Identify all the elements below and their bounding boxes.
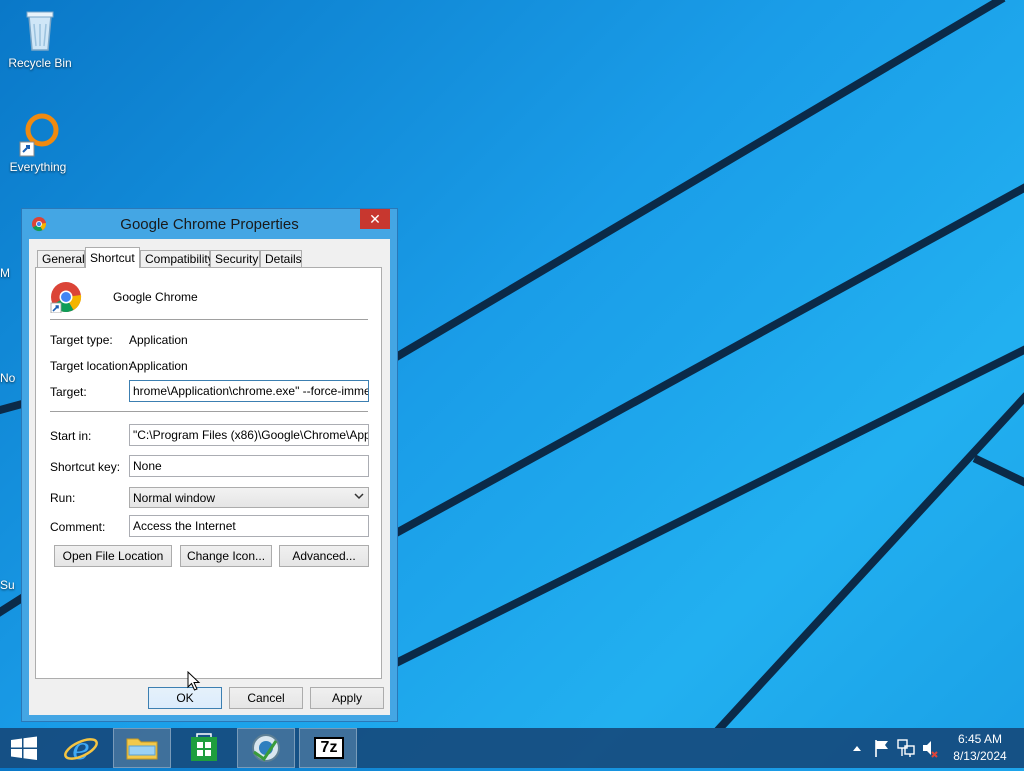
- start-in-label: Start in:: [50, 429, 92, 443]
- store-icon: [191, 733, 217, 761]
- properties-window: Google Chrome Properties ✕ General Short…: [21, 208, 398, 722]
- shortcut-name: Google Chrome: [113, 290, 198, 304]
- cancel-button[interactable]: Cancel: [229, 687, 303, 709]
- recycle-bin-desktop-icon[interactable]: Recycle Bin: [2, 6, 78, 70]
- tab-compatibility[interactable]: Compatibility: [140, 250, 214, 267]
- clock-date: 8/13/2024: [953, 749, 1007, 763]
- window-client: General Shortcut Compatibility Security …: [29, 239, 390, 715]
- desktop-peek-label-1: M: [0, 266, 10, 280]
- 7zip-icon: 7z: [314, 737, 344, 759]
- taskbar-chrome-remote[interactable]: [237, 728, 295, 768]
- apply-button[interactable]: Apply: [310, 687, 384, 709]
- chrome-icon: [50, 281, 82, 314]
- folder-icon: [126, 738, 158, 760]
- globe-app-icon: [252, 734, 280, 762]
- recycle-bin-icon: [16, 6, 64, 54]
- open-file-location-button[interactable]: Open File Location: [54, 545, 172, 567]
- run-select[interactable]: Normal window: [129, 487, 369, 508]
- run-label: Run:: [50, 491, 76, 505]
- comment-label: Comment:: [50, 520, 106, 534]
- ok-button[interactable]: OK: [148, 687, 222, 709]
- mouse-cursor-icon: [187, 671, 201, 691]
- taskbar: e 7z 6:45 AM 8/13/2024: [0, 728, 1024, 768]
- volume-muted-icon[interactable]: [920, 728, 940, 768]
- comment-input[interactable]: Access the Internet: [129, 515, 369, 537]
- tab-security[interactable]: Security: [210, 250, 260, 267]
- taskbar-7zip[interactable]: 7z: [299, 728, 357, 768]
- target-input[interactable]: hrome\Application\chrome.exe" --force-im…: [129, 380, 369, 402]
- everything-icon: [14, 110, 62, 158]
- clock-time: 6:45 AM: [957, 732, 1003, 746]
- change-icon-button[interactable]: Change Icon...: [180, 545, 272, 567]
- target-label: Target:: [50, 385, 87, 399]
- separator-middle: [50, 411, 368, 412]
- window-titlebar[interactable]: Google Chrome Properties ✕: [22, 209, 397, 239]
- shortcut-key-input[interactable]: None: [129, 455, 369, 477]
- target-type-label: Target type:: [50, 333, 113, 347]
- network-icon[interactable]: [896, 728, 916, 768]
- target-location-label: Target location:: [50, 359, 132, 373]
- svg-text:e: e: [72, 732, 90, 767]
- windows-logo-icon: [11, 736, 37, 760]
- recycle-bin-label: Recycle Bin: [8, 56, 72, 70]
- tab-general[interactable]: General: [37, 250, 85, 267]
- tab-shortcut[interactable]: Shortcut: [85, 247, 140, 268]
- separator-top: [50, 319, 368, 320]
- system-clock[interactable]: 6:45 AM 8/13/2024: [944, 731, 1016, 765]
- desktop-peek-label-3: Su: [0, 578, 15, 592]
- run-select-value: Normal window: [133, 491, 216, 505]
- shortcut-key-label: Shortcut key:: [50, 460, 121, 474]
- tab-details[interactable]: Details: [260, 250, 302, 267]
- start-button[interactable]: [0, 728, 48, 768]
- taskbar-store[interactable]: [175, 728, 233, 768]
- action-center-flag-icon[interactable]: [872, 728, 892, 768]
- everything-desktop-icon[interactable]: Everything: [0, 110, 76, 174]
- close-icon: ✕: [369, 211, 381, 227]
- desktop-peek-label-2: No: [0, 371, 16, 385]
- advanced-button[interactable]: Advanced...: [279, 545, 369, 567]
- chevron-down-icon: [354, 491, 364, 504]
- internet-explorer-icon: e: [64, 732, 98, 767]
- start-in-input[interactable]: "C:\Program Files (x86)\Google\Chrome\Ap…: [129, 424, 369, 446]
- close-button[interactable]: ✕: [360, 209, 390, 229]
- everything-label: Everything: [9, 160, 67, 174]
- shortcut-panel: Google Chrome Target type: Application T…: [35, 267, 382, 679]
- target-type-value: Application: [129, 333, 188, 347]
- taskbar-file-explorer[interactable]: [113, 728, 171, 768]
- target-location-value: Application: [129, 359, 188, 373]
- taskbar-internet-explorer[interactable]: e: [52, 728, 110, 768]
- window-title: Google Chrome Properties: [120, 216, 299, 233]
- show-hidden-icons-icon[interactable]: [850, 728, 864, 768]
